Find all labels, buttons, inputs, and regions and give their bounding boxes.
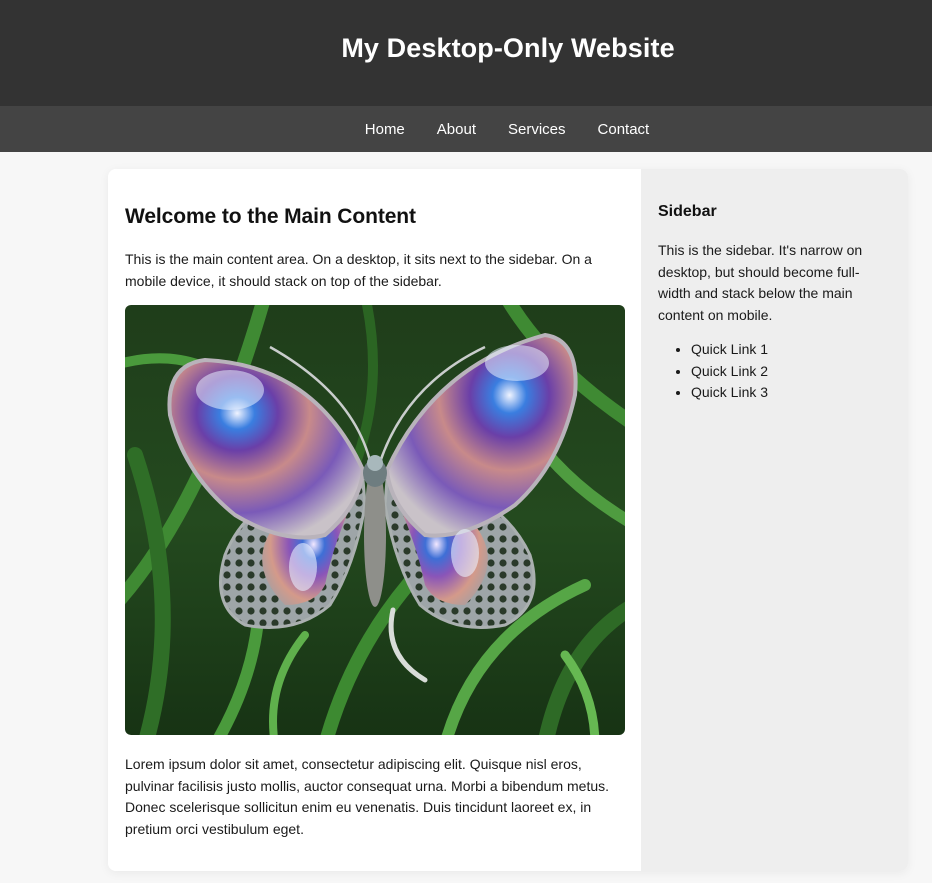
list-item: Quick Link 3 <box>691 382 892 404</box>
butterfly-image <box>125 305 625 735</box>
sidebar-text: This is the sidebar. It's narrow on desk… <box>658 242 863 323</box>
nav-link-contact[interactable]: Contact <box>598 121 650 138</box>
list-item: Quick Link 1 <box>691 339 892 361</box>
main-body-text: Lorem ipsum dolor sit amet, consectetur … <box>125 756 610 837</box>
quick-links-list: Quick Link 1 Quick Link 2 Quick Link 3 <box>658 339 892 404</box>
main-nav: Home About Services Contact <box>0 106 932 152</box>
nav-link-home[interactable]: Home <box>365 121 405 138</box>
quick-link-2[interactable]: Quick Link 2 <box>691 363 768 379</box>
quick-link-1[interactable]: Quick Link 1 <box>691 341 768 357</box>
main-content: Welcome to the Main Content This is the … <box>108 169 641 871</box>
site-title: My Desktop-Only Website <box>341 32 675 63</box>
content-container: Welcome to the Main Content This is the … <box>108 169 908 871</box>
main-title: Welcome to the Main Content <box>125 205 416 228</box>
list-item: Quick Link 2 <box>691 361 892 383</box>
sidebar: Sidebar This is the sidebar. It's narrow… <box>641 169 908 871</box>
site-header: My Desktop-Only Website <box>0 0 932 106</box>
nav-link-about[interactable]: About <box>437 121 476 138</box>
nav-link-services[interactable]: Services <box>508 121 566 138</box>
quick-link-3[interactable]: Quick Link 3 <box>691 384 768 400</box>
main-intro-text: This is the main content area. On a desk… <box>125 251 592 289</box>
sidebar-title: Sidebar <box>658 203 717 220</box>
